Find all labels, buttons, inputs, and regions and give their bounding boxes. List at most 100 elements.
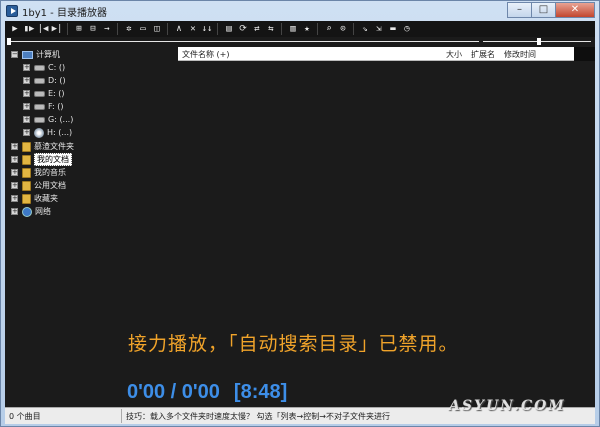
folder-icon (22, 141, 31, 152)
expand-toggle-icon[interactable]: + (11, 208, 18, 215)
column-size[interactable]: 大小 (446, 49, 462, 60)
display-icon[interactable]: ▬ (386, 22, 400, 36)
tree-item[interactable]: + 公用文档 (11, 179, 66, 192)
expand-toggle-icon[interactable]: + (23, 90, 30, 97)
drive-icon (34, 90, 45, 97)
remove-icon[interactable]: ⊟ (86, 22, 100, 36)
expand-toggle-icon[interactable]: + (11, 182, 18, 189)
watermark-text: ASYUN.COM (449, 398, 566, 414)
tree-item-label: 慕渣文件夹 (34, 142, 74, 151)
go-icon[interactable]: → (100, 22, 114, 36)
folder-icon (22, 167, 31, 178)
list-icon[interactable]: ▤ (222, 22, 236, 36)
expand-toggle-icon[interactable]: + (23, 116, 30, 123)
file-list-corner (574, 47, 595, 61)
view-icon[interactable]: ▭ (136, 22, 150, 36)
expand-icon[interactable]: ⇲ (372, 22, 386, 36)
add-folder-icon[interactable]: ⊞ (72, 22, 86, 36)
sort-icon[interactable]: ↓↓ (200, 22, 214, 36)
play-pause-icon[interactable]: ▮▶ (22, 22, 36, 36)
mini-icon[interactable]: ⇘ (358, 22, 372, 36)
expand-toggle-icon[interactable]: + (11, 169, 18, 176)
file-list-header: 文件名称 (+) 大小 扩展名 修改时间 (178, 47, 574, 61)
window-title: 1by1 - 目录播放器 (22, 8, 107, 19)
drive-icon (34, 103, 45, 110)
clear-icon[interactable]: ✕ (186, 22, 200, 36)
seek-bar[interactable] (9, 41, 479, 42)
time-display[interactable]: 0'00 / 0'00 [8:48] (127, 381, 287, 404)
find-icon[interactable]: ⌕ (322, 22, 336, 36)
column-name[interactable]: 文件名称 (+) (182, 49, 230, 60)
folder-icon (22, 180, 31, 191)
time-elapsed: 0'00 / 0'00 (127, 381, 220, 403)
tree-item[interactable]: + 我的音乐 (11, 166, 66, 179)
expand-toggle-icon[interactable]: + (23, 64, 30, 71)
tree-item-label: 我的音乐 (34, 168, 66, 177)
tree-item-label: D: () (48, 76, 66, 85)
tree-item[interactable]: + H: (...) (23, 126, 72, 139)
close-button[interactable]: ✕ (555, 2, 595, 18)
expand-toggle-icon[interactable]: + (11, 143, 18, 150)
tree-item[interactable]: + G: (...) (23, 113, 73, 126)
folder-icon (22, 193, 31, 204)
tree-item-label: G: (...) (48, 115, 74, 124)
swap2-icon[interactable]: ⇆ (264, 22, 278, 36)
tree-item[interactable]: + D: () (23, 74, 66, 87)
expand-toggle-icon[interactable]: + (23, 77, 30, 84)
expand-toggle-icon[interactable]: + (11, 156, 18, 163)
tree-item-label: 收藏夹 (34, 194, 58, 203)
drive-icon (34, 64, 45, 71)
refresh-icon[interactable]: ⟳ (236, 22, 250, 36)
up-icon[interactable]: ∧ (172, 22, 186, 36)
drive-icon (34, 116, 45, 123)
options-icon[interactable]: ✲ (122, 22, 136, 36)
window-controls: – □ ✕ (507, 2, 595, 18)
tree-item[interactable]: + F: () (23, 100, 63, 113)
column-extension[interactable]: 扩展名 (471, 49, 495, 60)
timer-icon[interactable]: ◷ (400, 22, 414, 36)
status-divider (121, 409, 122, 423)
seek-thumb[interactable] (7, 38, 11, 45)
volume-thumb[interactable] (537, 38, 542, 45)
tree-item[interactable]: + 我的文档 (11, 153, 72, 166)
tree-item-label: 网络 (35, 207, 51, 216)
tree-item-label: C: () (48, 63, 66, 72)
tree-item-label: 计算机 (36, 50, 60, 59)
expand-toggle-icon[interactable]: + (11, 195, 18, 202)
folder-icon (22, 154, 31, 165)
expand-toggle-icon[interactable]: + (23, 129, 30, 136)
tree-item-label: E: () (48, 89, 65, 98)
next-icon[interactable]: ▶| (50, 22, 64, 36)
minimize-button[interactable]: – (507, 2, 531, 18)
tree-item-label: F: () (48, 102, 64, 111)
tree-item-label: 我的文档 (34, 153, 72, 166)
layout-icon[interactable]: ◫ (150, 22, 164, 36)
expand-toggle-icon[interactable]: + (23, 103, 30, 110)
seek-row (5, 38, 595, 46)
maximize-button[interactable]: □ (531, 2, 555, 18)
network-icon (22, 206, 32, 217)
tree-item[interactable]: − 计算机 (11, 48, 60, 61)
tree-item[interactable]: + E: () (23, 87, 65, 100)
tip-text: 技巧：载入多个文件夹时速度太慢？ 勾选「列表→控制→不对子文件夹进行 (126, 412, 390, 421)
play-icon[interactable]: ▶ (8, 22, 22, 36)
title-bar[interactable]: 1by1 - 目录播放器 – □ ✕ (1, 1, 599, 21)
playlist-icon[interactable]: ▥ (286, 22, 300, 36)
tree-item-label: 公用文档 (34, 181, 66, 190)
drive-icon (34, 77, 45, 84)
tree-item-label: H: (...) (47, 128, 73, 137)
tree-item[interactable]: + 收藏夹 (11, 192, 58, 205)
tree-item[interactable]: + 网络 (11, 205, 51, 218)
track-count: 0 个曲目 (9, 412, 41, 421)
column-modified[interactable]: 修改时间 (504, 49, 536, 60)
cd-drive-icon (34, 127, 44, 138)
app-window: 1by1 - 目录播放器 – □ ✕ ▶ ▮▶ |◀ ▶| ⊞ ⊟ → ✲ ▭ ◫ ∧ ✕ ↓↓ ▤ ⟳ ⇄ ⇆… (0, 0, 600, 427)
tree-item[interactable]: + C: () (23, 61, 65, 74)
tree-item[interactable]: + 慕渣文件夹 (11, 140, 74, 153)
swap-icon[interactable]: ⇄ (250, 22, 264, 36)
expand-toggle-icon[interactable]: − (11, 51, 18, 58)
app-logo-icon (6, 5, 18, 17)
favorite-icon[interactable]: ★ (300, 22, 314, 36)
previous-icon[interactable]: |◀ (36, 22, 50, 36)
target-icon[interactable]: ⊙ (336, 22, 350, 36)
